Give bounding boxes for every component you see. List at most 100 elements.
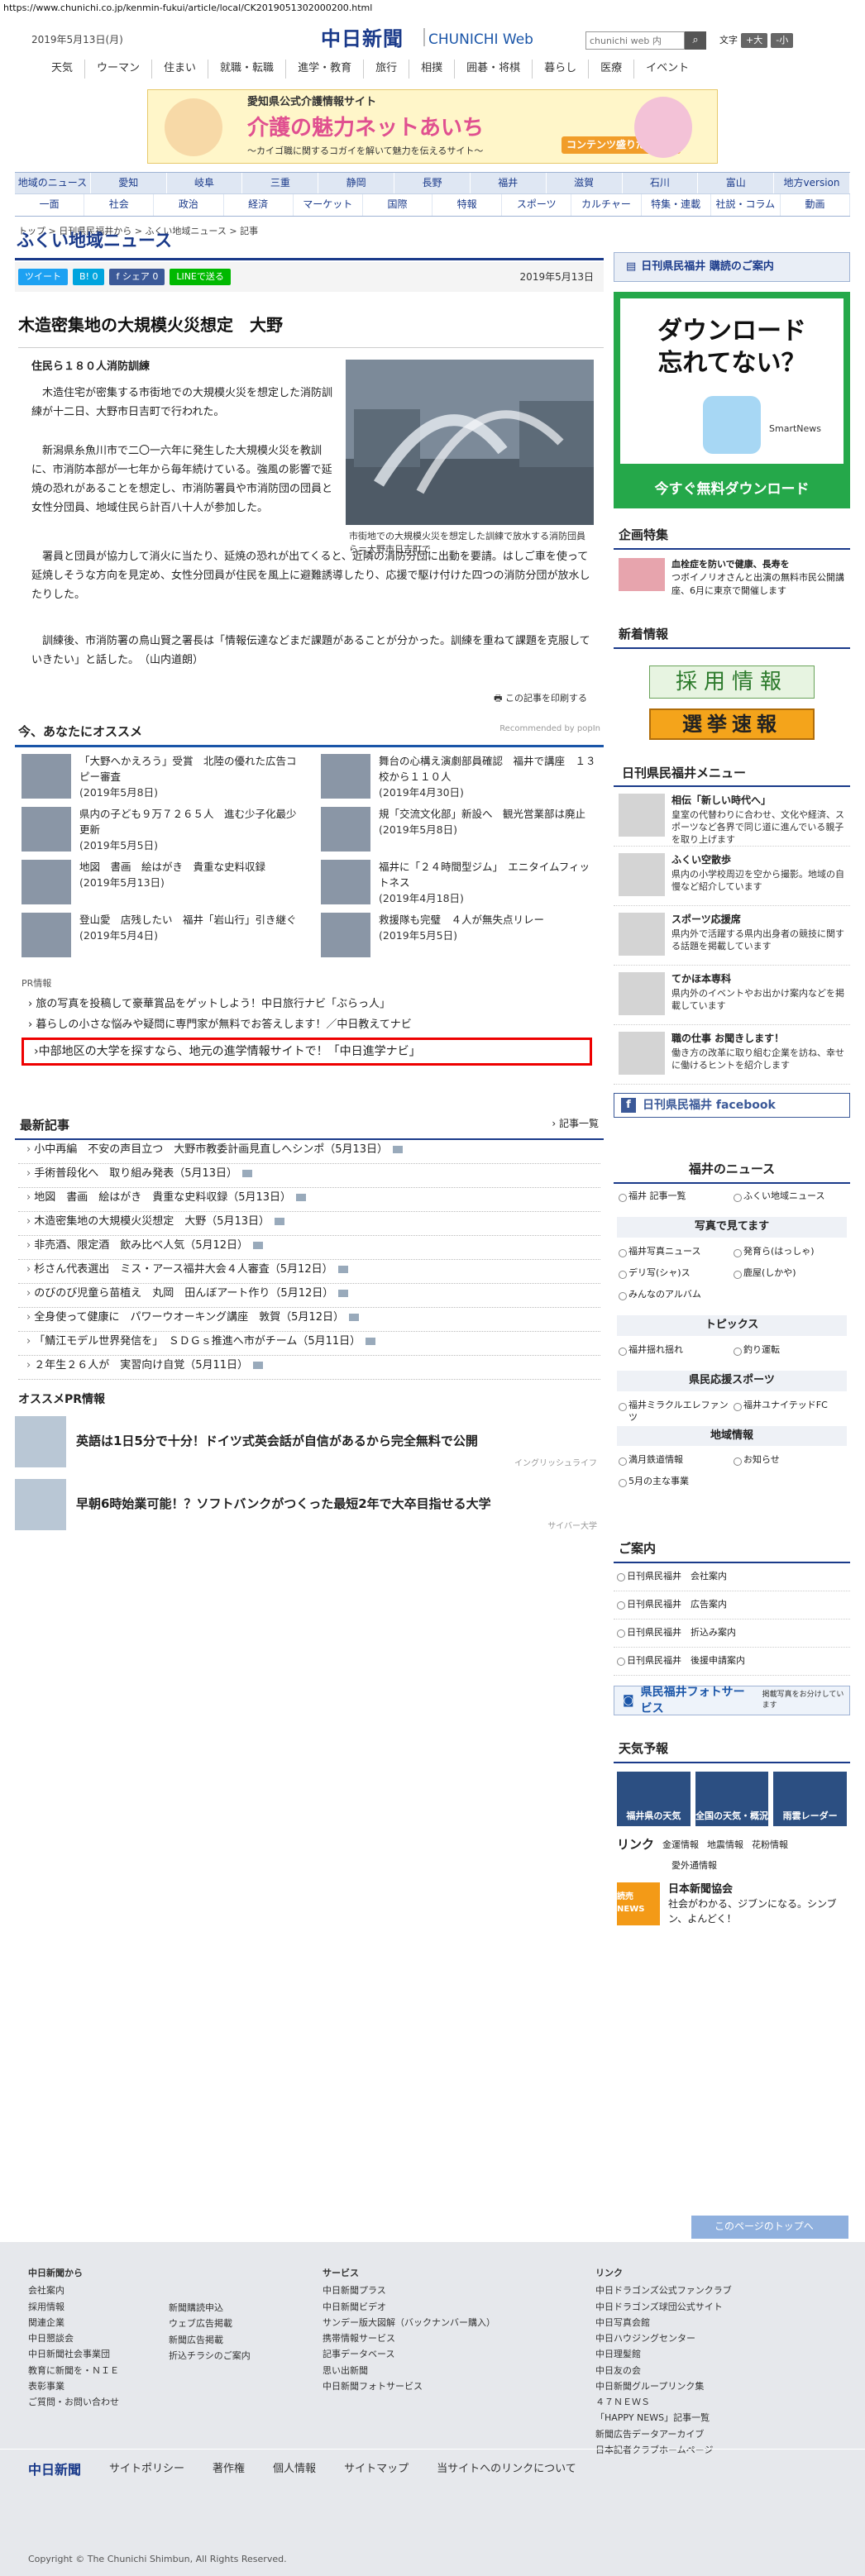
fukui-link[interactable]: 釣り運転	[732, 1341, 847, 1362]
section-item[interactable]: 石川	[623, 173, 699, 194]
footer-bar-link[interactable]: サイトマップ	[344, 2462, 409, 2478]
nihon-ad[interactable]: 読売NEWS 日本新聞協会 社会がわかる、ジブンになる。シンブン、よんどく！	[614, 1872, 850, 1955]
topnav-item[interactable]: 旅行	[363, 60, 409, 79]
article-photo[interactable]	[346, 360, 594, 526]
link-item[interactable]: 地震情報	[707, 1839, 743, 1852]
latest-more-link[interactable]: › 記事一覧	[552, 1117, 599, 1135]
topnav-item[interactable]: 就職・転職	[208, 60, 285, 79]
section-item[interactable]: カルチャー	[571, 194, 642, 216]
recommend-item[interactable]: 舞台の心構え演劇部員確認 福井で講座 １３校から１１０人 (2019年4月30日)	[321, 754, 597, 802]
footer-link[interactable]: 中日友の会	[595, 2363, 827, 2378]
recommend-item[interactable]: 救援隊も完璧 ４人が無失点リレー (2019年5月5日)	[321, 913, 597, 961]
section-item[interactable]: 経済	[224, 194, 294, 216]
annai-link[interactable]: 日刊県民福井 折込み案内	[614, 1620, 850, 1648]
section-item[interactable]: 岐阜	[167, 173, 243, 194]
footer-bar-link[interactable]: 個人情報	[273, 2462, 316, 2478]
topnav-item[interactable]: イベント	[633, 60, 700, 79]
latest-item[interactable]: 木造密集地の大規模火災想定 大野（5月13日）	[18, 1212, 600, 1236]
fukui-link[interactable]: 福井揺れ揺れ	[617, 1341, 732, 1362]
footer-link[interactable]: 関連企業	[28, 2315, 169, 2330]
footer-link[interactable]: 中日ハウジングセンター	[595, 2330, 827, 2346]
footer-link[interactable]: 折込チラシのご案内	[169, 2348, 323, 2364]
fukui-link[interactable]: デリ写(シャ)ス	[617, 1264, 732, 1286]
footer-link[interactable]: 新聞広告掲載	[169, 2332, 323, 2348]
facebook-share-button[interactable]: f シェア 0	[109, 269, 165, 286]
footer-link[interactable]: 思い出新聞	[323, 2363, 595, 2378]
link-item[interactable]: 金運情報	[662, 1839, 699, 1852]
ad-banner[interactable]: 愛知県公式介護情報サイト 介護の魅力ネットあいち ～カイゴ職に関するコガイを解い…	[147, 89, 718, 164]
footer-link[interactable]: 新聞購読申込	[169, 2300, 323, 2316]
print-link[interactable]: 🖶 この記事を印刷する	[494, 692, 587, 705]
section-item[interactable]: スポーツ	[502, 194, 572, 216]
topnav-item[interactable]: 医療	[588, 60, 633, 79]
footer-link[interactable]: 中日ドラゴンズ公式ファンクラブ	[595, 2283, 827, 2298]
search-input[interactable]	[585, 31, 685, 50]
recommend-item[interactable]: 地図 書画 絵はがき 貴重な史料収録 (2019年5月13日)	[22, 860, 298, 908]
section-item[interactable]: 長野	[394, 173, 471, 194]
footer-link[interactable]: ４７ＮＥＷＳ	[595, 2394, 827, 2410]
footer-link[interactable]: 中日懇談会	[28, 2330, 169, 2346]
footer-link[interactable]: 「HAPPY NEWS」記事一覧	[595, 2410, 827, 2426]
pr-item[interactable]: › 旅の写真を投稿して豪華賞品をゲットしよう！中日旅行ナビ「ぶらっ人」	[28, 994, 604, 1014]
menu-item[interactable]: ふくい空散歩 県内の小学校周辺を空から撮影。地域の自慢など紹介しています	[614, 847, 850, 907]
footer-link[interactable]: 中日新聞プラス	[323, 2283, 595, 2298]
font-small-button[interactable]: -小	[771, 33, 794, 48]
latest-item[interactable]: 全身使って健康に パワーウオーキング講座 敦賀（5月12日）	[18, 1308, 600, 1332]
pr-info-item[interactable]: 早朝6時始業可能！？ソフトバンクがつくった最短2年で大卒目指せる大学 サイバー大…	[15, 1476, 604, 1534]
footer-link[interactable]: 教育に新聞を・ＮＩＥ	[28, 2363, 169, 2378]
topnav-item[interactable]: 進学・教育	[285, 60, 363, 79]
footer-link[interactable]: 新聞広告データアーカイブ	[595, 2426, 827, 2442]
footer-link[interactable]: 中日新聞ビデオ	[323, 2299, 595, 2315]
page-top-button[interactable]: このページのトップへ	[691, 2216, 848, 2239]
fukui-link[interactable]: 発育ら(はっしゃ)	[732, 1243, 847, 1264]
menu-item[interactable]: てかほ本専科 県内外のイベントやお出かけ案内などを掲載しています	[614, 966, 850, 1026]
footer-link[interactable]: 会社案内	[28, 2283, 169, 2298]
footer-logo[interactable]: 中日新聞	[28, 2460, 81, 2479]
hatena-button[interactable]: B! 0	[73, 269, 105, 286]
footer-link[interactable]: 中日ドラゴンズ球団公式サイト	[595, 2299, 827, 2315]
footer-link[interactable]: 表彰事業	[28, 2378, 169, 2394]
topnav-item[interactable]: ウーマン	[84, 60, 151, 79]
recommend-item[interactable]: 登山愛 店残したい 福井「岩山行」引き継ぐ (2019年5月4日)	[22, 913, 298, 961]
section-item[interactable]: 動画	[781, 194, 851, 216]
latest-item[interactable]: のびのび児童ら苗植え 丸岡 田んぼアート作り（5月12日）	[18, 1284, 600, 1308]
section-item[interactable]: 国際	[363, 194, 433, 216]
footer-link[interactable]: ウェブ広告掲載	[169, 2316, 323, 2331]
search-icon[interactable]: ⌕	[685, 31, 706, 50]
section-item[interactable]: 富山	[698, 173, 775, 194]
footer-link[interactable]: サンデー版大図解（バックナンバー購入）	[323, 2315, 595, 2330]
footer-bar-link[interactable]: 著作権	[213, 2462, 245, 2478]
recommended-by[interactable]: Recommended by popIn	[499, 723, 600, 742]
footer-bar-link[interactable]: 当サイトへのリンクについて	[437, 2462, 576, 2478]
weather-fukui[interactable]: 福井県の天気	[617, 1771, 691, 1826]
menu-item[interactable]: 職の仕事 お聞きします！ 働き方の改革に取り組む企業を訪ね、幸せに働けるヒントを紹…	[614, 1025, 850, 1085]
recommend-item[interactable]: 規「交流文化部」新設へ 観光営業部は廃止 (2019年5月8日)	[321, 807, 597, 855]
footer-link[interactable]: 採用情報	[28, 2299, 169, 2315]
annai-link[interactable]: 日刊県民福井 広告案内	[614, 1591, 850, 1620]
recommend-item[interactable]: 県内の子ども９万７２６５人 進む少子化最少更新 (2019年5月5日)	[22, 807, 298, 855]
fukui-link[interactable]: 5月の主な事業	[617, 1472, 732, 1494]
latest-item[interactable]: ２年生２６人が 実習向け自覚（5月11日）	[18, 1356, 600, 1380]
fukui-link[interactable]: みんなのアルバム	[617, 1286, 732, 1307]
recommend-item[interactable]: 福井に「２４時間型ジム」 エニタイムフィットネス (2019年4月18日)	[321, 860, 597, 908]
pr-info-item[interactable]: 英語は1日5分で十分！ドイツ式英会話が自信があるから完全無料で公開 イングリッシ…	[15, 1413, 604, 1471]
section-item[interactable]: 地方version	[774, 173, 850, 194]
recruit-button[interactable]: 採用情報	[649, 665, 815, 699]
kikaku-item[interactable]: 血栓症を防いで健康、長寿を つボイノリオさんと出演の無料市民公開講座、6月に東京で…	[614, 550, 850, 608]
fukui-link[interactable]: 福井ミラクルエレファンツ	[617, 1396, 732, 1423]
fukui-link[interactable]: 福井写真ニュース	[617, 1243, 732, 1264]
latest-item[interactable]: 非売酒、限定酒 飲み比べ人気（5月12日）	[18, 1236, 600, 1260]
section-item[interactable]: 静岡	[318, 173, 395, 194]
photo-service-banner[interactable]: ◙ 県民福井フォトサービス 掲載写真をお分けしています	[614, 1686, 850, 1716]
section-item[interactable]: 一面	[15, 194, 85, 216]
menu-item[interactable]: スポーツ応援席 県内外で活躍する県内出身者の競技に関する話題を掲載しています	[614, 906, 850, 966]
footer-link[interactable]: 中日理髪館	[595, 2346, 827, 2362]
section-item[interactable]: 愛知	[91, 173, 167, 194]
footer-link[interactable]: 携帯情報サービス	[323, 2330, 595, 2346]
topnav-item[interactable]: 天気	[40, 60, 84, 79]
section-item[interactable]: 社会	[84, 194, 155, 216]
footer-link[interactable]: 記事データベース	[323, 2346, 595, 2362]
latest-item[interactable]: 小中再編 不安の声目立つ 大野市教委計画見直しへシンポ（5月13日）	[18, 1140, 600, 1164]
topnav-item[interactable]: 相撲	[409, 60, 454, 79]
fukui-link[interactable]: ふくい地域ニュース	[732, 1187, 847, 1209]
